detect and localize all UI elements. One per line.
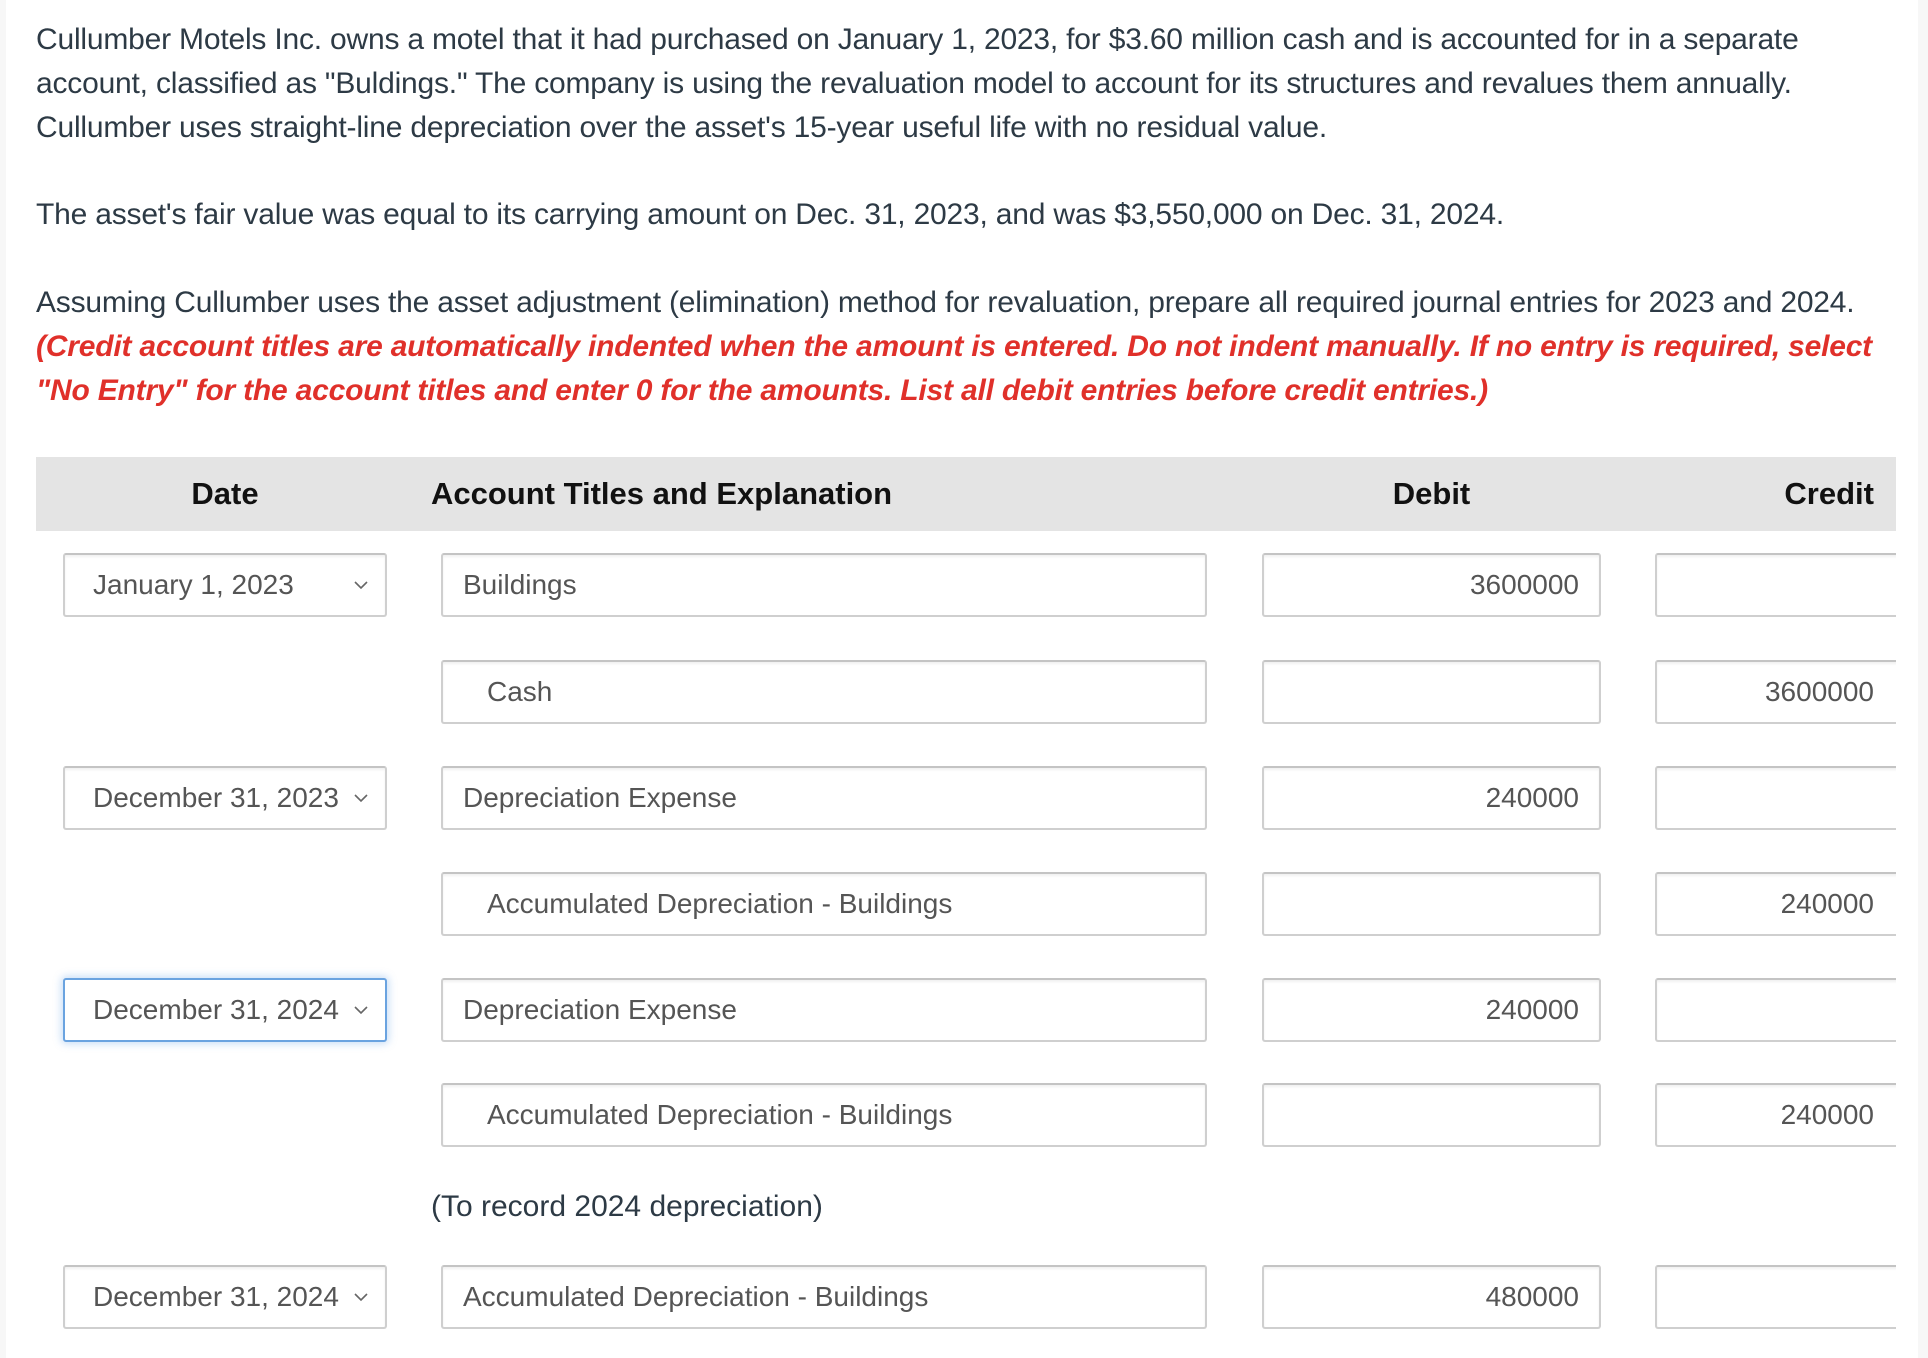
account-title-input[interactable]: Cash (441, 660, 1207, 724)
date-select[interactable]: December 31, 2023 (63, 766, 387, 830)
entry-explanation: (To record 2024 depreciation) (431, 1190, 823, 1223)
instructions-text: Assuming Cullumber uses the asset adjust… (36, 286, 1855, 319)
credit-input[interactable] (1655, 978, 1896, 1042)
date-select[interactable]: January 1, 2023 (63, 553, 387, 617)
credit-input[interactable] (1655, 1265, 1896, 1329)
debit-input[interactable] (1262, 1083, 1601, 1147)
account-title-input[interactable]: Depreciation Expense (441, 978, 1207, 1042)
credit-input[interactable] (1655, 553, 1896, 617)
problem-paragraph-1: Cullumber Motels Inc. owns a motel that … (36, 23, 1799, 144)
account-title-input[interactable]: Accumulated Depreciation - Buildings (441, 1083, 1207, 1147)
date-select[interactable]: December 31, 2024 (63, 1265, 387, 1329)
credit-value: 3600000 (1764, 676, 1874, 707)
credit-input[interactable]: 240000 (1655, 872, 1896, 936)
page-left-edge (0, 0, 6, 1358)
debit-input[interactable] (1262, 660, 1601, 724)
debit-input[interactable] (1262, 872, 1601, 936)
date-select-value: December 31, 2024 (93, 1281, 339, 1312)
account-title-input[interactable]: Accumulated Depreciation - Buildings (441, 872, 1207, 936)
date-select-value: January 1, 2023 (93, 569, 294, 600)
debit-input[interactable]: 480000 (1262, 1265, 1601, 1329)
header-account-titles: Account Titles and Explanation (431, 476, 893, 511)
account-title-input[interactable]: Accumulated Depreciation - Buildings (441, 1265, 1207, 1329)
journal-table-header: Date Account Titles and Explanation Debi… (36, 457, 1896, 531)
credit-input[interactable] (1655, 766, 1896, 830)
date-select-value: December 31, 2023 (93, 782, 339, 813)
header-date: Date (191, 476, 259, 511)
credit-input[interactable]: 3600000 (1655, 660, 1896, 724)
chevron-down-icon (354, 1006, 368, 1015)
debit-input[interactable]: 3600000 (1262, 553, 1601, 617)
debit-input[interactable]: 240000 (1262, 766, 1601, 830)
credit-value: 240000 (1780, 1099, 1874, 1130)
chevron-down-icon (354, 1293, 368, 1302)
date-select-value: December 31, 2024 (93, 994, 339, 1025)
account-title-input[interactable]: Buildings (441, 553, 1207, 617)
header-credit: Credit (1784, 476, 1874, 511)
credit-input[interactable]: 240000 (1655, 1083, 1896, 1147)
instructions-note: (Credit account titles are automatically… (36, 330, 1872, 407)
credit-value: 240000 (1780, 888, 1874, 919)
problem-paragraph-3: Assuming Cullumber uses the asset adjust… (36, 281, 1896, 413)
page-right-edge (1896, 0, 1928, 1358)
problem-paragraph-2: The asset's fair value was equal to its … (36, 198, 1504, 231)
chevron-down-icon (354, 794, 368, 803)
chevron-down-icon (354, 581, 368, 590)
debit-input[interactable]: 240000 (1262, 978, 1601, 1042)
date-select[interactable]: December 31, 2024 (63, 978, 387, 1042)
header-debit: Debit (1392, 476, 1471, 511)
account-title-input[interactable]: Depreciation Expense (441, 766, 1207, 830)
